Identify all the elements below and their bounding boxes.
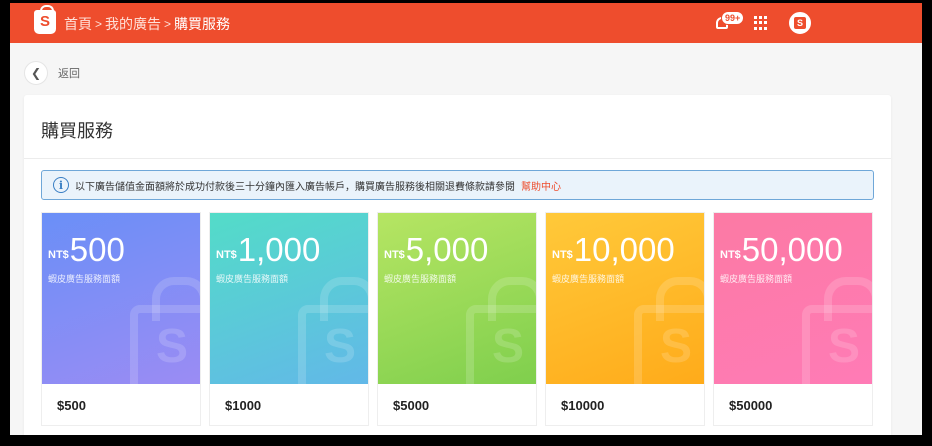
chevron-left-icon: ❮ bbox=[30, 66, 42, 80]
shopee-logo-icon[interactable]: S bbox=[34, 5, 56, 34]
card-subtitle: 蝦皮廣告服務面額 bbox=[384, 274, 457, 284]
top-nav-bar: S 首頁 > 我的廣告 > 購買服務 99+ S bbox=[10, 3, 922, 43]
amount-value: 1,000 bbox=[237, 231, 321, 268]
amount-row: NT$ 10,000 bbox=[552, 233, 675, 267]
card-price: $500 bbox=[57, 398, 86, 413]
breadcrumb-home[interactable]: 首頁 bbox=[64, 14, 92, 34]
info-icon: i bbox=[53, 177, 69, 193]
amount-row: NT$ 1,000 bbox=[216, 233, 320, 267]
card-price: $10000 bbox=[561, 398, 605, 413]
card-banner: NT$ 10,000 蝦皮廣告服務面額 bbox=[546, 213, 704, 384]
card-banner: NT$ 500 蝦皮廣告服務面額 bbox=[42, 213, 200, 384]
amount-row: NT$ 500 bbox=[48, 233, 125, 267]
amount-value: 50,000 bbox=[741, 231, 843, 268]
amount-value: 500 bbox=[69, 231, 125, 268]
amount-value: 5,000 bbox=[405, 231, 489, 268]
shopping-bag-icon bbox=[130, 277, 200, 384]
breadcrumb-current: 購買服務 bbox=[174, 16, 231, 32]
card-price: $50000 bbox=[729, 398, 773, 413]
card-subtitle: 蝦皮廣告服務面額 bbox=[216, 274, 289, 284]
avatar-logo: S bbox=[794, 17, 806, 29]
breadcrumb-separator: > bbox=[164, 17, 172, 31]
card-subtitle: 蝦皮廣告服務面額 bbox=[48, 274, 121, 284]
breadcrumb-my-ads[interactable]: 我的廣告 bbox=[105, 14, 161, 34]
app-window: S 首頁 > 我的廣告 > 購買服務 99+ S ❮ 返回 購買服務 i 以下廣… bbox=[10, 3, 922, 435]
info-notice: i 以下廣告儲值金面額將於成功付款後三十分鐘內匯入廣告帳戶，購買廣告服務後相關退… bbox=[41, 170, 874, 200]
back-button[interactable]: ❮ bbox=[24, 61, 48, 85]
notice-text: 以下廣告儲值金面額將於成功付款後三十分鐘內匯入廣告帳戶，購買廣告服務後相關退費條… bbox=[75, 181, 515, 193]
shopping-bag-icon bbox=[298, 277, 368, 384]
back-label[interactable]: 返回 bbox=[58, 65, 80, 81]
amount-row: NT$ 5,000 bbox=[384, 233, 488, 267]
card-banner: NT$ 5,000 蝦皮廣告服務面額 bbox=[378, 213, 536, 384]
currency-label: NT$ bbox=[48, 249, 69, 261]
card-banner: NT$ 1,000 蝦皮廣告服務面額 bbox=[210, 213, 368, 384]
card-price: $5000 bbox=[393, 398, 430, 413]
amount-value: 10,000 bbox=[573, 231, 675, 268]
denomination-card-1000[interactable]: NT$ 1,000 蝦皮廣告服務面額 $1000 bbox=[209, 212, 369, 426]
shopping-bag-icon bbox=[634, 277, 704, 384]
currency-label: NT$ bbox=[552, 249, 573, 261]
denomination-card-10000[interactable]: NT$ 10,000 蝦皮廣告服務面額 $10000 bbox=[545, 212, 705, 426]
breadcrumb: 首頁 > 我的廣告 > 購買服務 bbox=[64, 14, 230, 34]
currency-label: NT$ bbox=[720, 249, 741, 261]
breadcrumb-separator: > bbox=[95, 17, 103, 31]
back-row: ❮ 返回 bbox=[24, 61, 80, 85]
denomination-card-50000[interactable]: NT$ 50,000 蝦皮廣告服務面額 $50000 bbox=[713, 212, 873, 426]
app-grid-icon[interactable] bbox=[754, 16, 768, 30]
denomination-card-500[interactable]: NT$ 500 蝦皮廣告服務面額 $500 bbox=[41, 212, 201, 426]
help-center-link[interactable]: 幫助中心 bbox=[521, 178, 561, 193]
divider bbox=[24, 158, 891, 159]
notification-badge: 99+ bbox=[721, 11, 745, 25]
denomination-cards: NT$ 500 蝦皮廣告服務面額 $500 NT$ 1,000 蝦皮廣告服務面額 bbox=[41, 212, 873, 426]
currency-label: NT$ bbox=[216, 249, 237, 261]
notification-bell-icon[interactable]: 99+ bbox=[714, 11, 745, 35]
page-title: 購買服務 bbox=[41, 121, 113, 141]
card-subtitle: 蝦皮廣告服務面額 bbox=[552, 274, 625, 284]
purchase-panel: 購買服務 i 以下廣告儲值金面額將於成功付款後三十分鐘內匯入廣告帳戶，購買廣告服… bbox=[24, 95, 891, 435]
shopping-bag-icon bbox=[802, 277, 872, 384]
card-banner: NT$ 50,000 蝦皮廣告服務面額 bbox=[714, 213, 872, 384]
shopping-bag-icon bbox=[466, 277, 536, 384]
currency-label: NT$ bbox=[384, 249, 405, 261]
amount-row: NT$ 50,000 bbox=[720, 233, 843, 267]
denomination-card-5000[interactable]: NT$ 5,000 蝦皮廣告服務面額 $5000 bbox=[377, 212, 537, 426]
card-price: $1000 bbox=[225, 398, 262, 413]
card-subtitle: 蝦皮廣告服務面額 bbox=[720, 274, 793, 284]
avatar[interactable]: S bbox=[789, 12, 811, 34]
logo-letter: S bbox=[39, 13, 50, 30]
